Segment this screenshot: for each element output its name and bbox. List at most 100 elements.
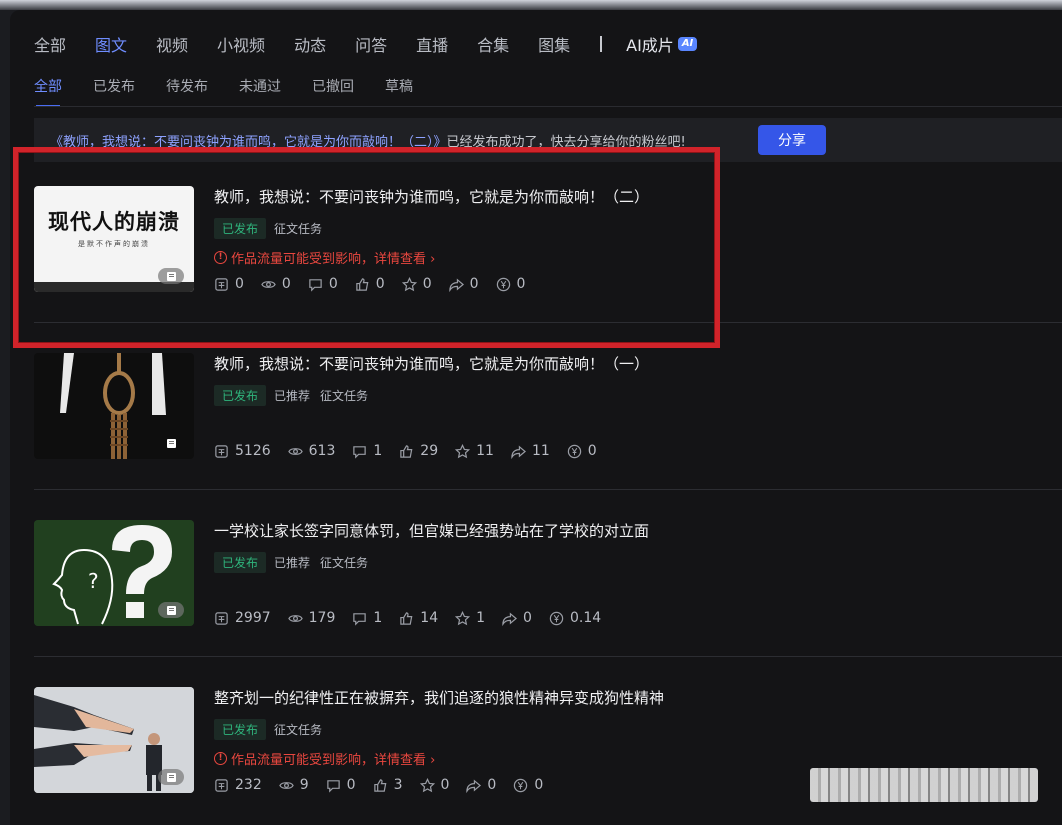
star-icon xyxy=(455,443,471,458)
article-thumbnail[interactable]: ? xyxy=(34,520,194,626)
share-arrow-icon xyxy=(511,445,526,459)
stat-shares: 11 xyxy=(511,443,550,459)
stat-favorites: 11 xyxy=(455,443,494,459)
stat-value: 0 xyxy=(346,777,356,793)
tab-gallery[interactable]: 图集 xyxy=(538,32,570,56)
article-tags: 已发布 已推荐 征文任务 xyxy=(214,552,378,573)
stat-value: 9 xyxy=(299,777,309,793)
tab-moments[interactable]: 动态 xyxy=(294,32,326,56)
subtab-all[interactable]: 全部 xyxy=(34,76,62,107)
svg-text:?: ? xyxy=(88,569,99,593)
watermark-image xyxy=(810,768,1038,802)
yuan-coin-icon xyxy=(567,444,581,458)
eye-icon xyxy=(287,447,303,455)
comment-icon xyxy=(353,612,367,626)
tab-all[interactable]: 全部 xyxy=(34,32,66,56)
stat-value: 0 xyxy=(440,777,450,793)
tab-live[interactable]: 直播 xyxy=(416,32,448,56)
stat-value: 0 xyxy=(587,443,597,459)
stat-impressions: 2997 xyxy=(214,610,271,626)
article-stats: 232 9 0 3 0 0 0 xyxy=(214,777,560,793)
status-badge: 已发布 xyxy=(214,719,267,740)
stat-value: 613 xyxy=(308,443,336,459)
tab-short-video[interactable]: 小视频 xyxy=(217,32,265,56)
share-button[interactable]: 分享 xyxy=(758,125,826,155)
subtabs-divider xyxy=(34,106,1062,107)
content-type-tabs: 全部 图文 视频 小视频 动态 问答 直播 合集 图集 AI成片 AI xyxy=(34,32,726,56)
traffic-warning-link[interactable]: ! 作品流量可能受到影响，详情查看 › xyxy=(214,749,435,768)
tab-ai-video[interactable]: AI成片 AI xyxy=(626,32,698,56)
stat-income: 0.14 xyxy=(549,610,601,626)
stat-income: 0 xyxy=(567,443,597,459)
stat-value: 179 xyxy=(308,610,336,626)
article-type-badge-icon xyxy=(158,769,184,785)
subtab-withdrawn[interactable]: 已撤回 xyxy=(312,76,354,104)
stat-comments: 1 xyxy=(352,610,382,626)
item-divider xyxy=(34,489,1062,490)
article-thumbnail[interactable] xyxy=(34,687,194,793)
comment-icon xyxy=(326,779,340,793)
status-badge: 已发布 xyxy=(214,552,267,573)
share-arrow-icon xyxy=(466,779,482,793)
article-type-badge-icon xyxy=(158,602,184,618)
subtab-published[interactable]: 已发布 xyxy=(93,76,135,104)
stat-likes: 14 xyxy=(399,610,438,626)
subtab-pending[interactable]: 待发布 xyxy=(166,76,208,104)
stat-reads: 613 xyxy=(287,443,336,459)
highlight-box xyxy=(13,147,720,348)
stat-reads: 179 xyxy=(287,610,336,626)
tab-qa[interactable]: 问答 xyxy=(355,32,387,56)
stat-value: 11 xyxy=(531,443,550,459)
stat-value: 5126 xyxy=(235,443,271,459)
stat-value: 29 xyxy=(420,443,439,459)
stat-value: 3 xyxy=(393,777,403,793)
warning-icon: ! xyxy=(214,752,227,765)
stat-favorites: 0 xyxy=(419,777,450,793)
tab-separator xyxy=(600,36,603,52)
stat-impressions: 5126 xyxy=(214,443,271,459)
recommended-tag: 已推荐 xyxy=(274,556,311,570)
subtab-drafts[interactable]: 草稿 xyxy=(385,76,413,104)
thumbs-up-icon xyxy=(400,611,413,625)
article-stats: 2997 179 1 14 1 0 0.14 xyxy=(214,610,618,626)
star-icon xyxy=(419,777,435,792)
stat-favorites: 1 xyxy=(455,610,485,626)
item-divider xyxy=(34,656,1062,657)
article-title[interactable]: 一学校让家长签字同意体罚，但官媒已经强势站在了学校的对立面 xyxy=(214,520,649,541)
eye-icon xyxy=(278,781,294,789)
stat-value: 11 xyxy=(476,443,494,459)
ai-badge: AI xyxy=(677,37,698,51)
thumbs-up-icon xyxy=(400,444,413,458)
article-title[interactable]: 整齐划一的纪律性正在被摒弃，我们追逐的狼性精神异变成狗性精神 xyxy=(214,687,664,708)
status-tabs: 全部 已发布 待发布 未通过 已撤回 草稿 xyxy=(34,76,444,107)
stat-shares: 0 xyxy=(502,610,532,626)
stat-value: 0 xyxy=(534,777,544,793)
star-icon xyxy=(455,610,471,625)
stat-income: 0 xyxy=(513,777,543,793)
window-top-edge xyxy=(0,0,1062,10)
recommended-tag: 已推荐 xyxy=(274,389,311,403)
impressions-icon xyxy=(215,611,228,625)
tab-ai-video-label: AI成片 xyxy=(626,36,674,55)
stat-value: 1 xyxy=(476,610,486,626)
stat-likes: 3 xyxy=(373,777,403,793)
yuan-coin-icon xyxy=(549,611,564,625)
subtab-rejected[interactable]: 未通过 xyxy=(239,76,281,104)
tab-video[interactable]: 视频 xyxy=(156,32,188,56)
tab-article[interactable]: 图文 xyxy=(95,32,127,56)
task-tag: 征文任务 xyxy=(320,556,369,570)
task-tag: 征文任务 xyxy=(274,723,323,737)
stat-value: 232 xyxy=(235,777,262,793)
stat-value: 0.14 xyxy=(569,610,602,626)
status-badge: 已发布 xyxy=(214,385,267,406)
stat-value: 1 xyxy=(373,610,383,626)
stat-likes: 29 xyxy=(399,443,438,459)
stat-comments: 1 xyxy=(352,443,382,459)
article-thumbnail[interactable] xyxy=(34,353,194,459)
article-stats: 5126 613 1 29 11 11 0 xyxy=(214,443,614,459)
traffic-warning-text: 作品流量可能受到影响，详情查看 › xyxy=(231,753,436,768)
stat-reads: 9 xyxy=(278,777,309,793)
tab-collection[interactable]: 合集 xyxy=(477,32,509,56)
article-tags: 已发布 征文任务 xyxy=(214,719,332,740)
article-title[interactable]: 教师，我想说：不要问丧钟为谁而鸣，它就是为你而敲响！（一） xyxy=(214,353,649,374)
